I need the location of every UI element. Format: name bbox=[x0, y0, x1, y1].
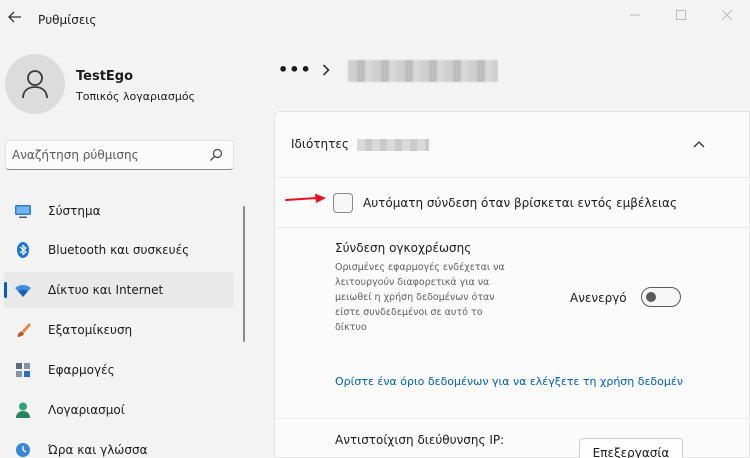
breadcrumb-more-button[interactable]: ••• bbox=[278, 60, 312, 79]
auto-connect-label[interactable]: Αυτόματη σύνδεση όταν βρίσκεται εντός εμ… bbox=[363, 196, 683, 210]
sidebar-scrollbar[interactable] bbox=[243, 206, 245, 342]
toggle-knob bbox=[646, 292, 656, 302]
arrow-left-icon bbox=[8, 11, 21, 23]
metered-connection-description: Ορισμένες εφαρμογές ενδέχεται να λειτουρ… bbox=[335, 262, 505, 333]
sidebar-item-accounts[interactable]: Λογαριασμοί bbox=[4, 392, 234, 428]
globe-clock-icon bbox=[16, 443, 30, 457]
chevron-up-icon bbox=[693, 141, 705, 148]
sidebar-item-network[interactable]: Δίκτυο και Internet bbox=[4, 272, 234, 308]
metered-toggle[interactable] bbox=[641, 287, 681, 307]
auto-connect-row: Αυτόματη σύνδεση όταν βρίσκεται εντός εμ… bbox=[275, 178, 750, 228]
search-box[interactable] bbox=[5, 140, 234, 170]
minimize-icon bbox=[630, 14, 640, 16]
sidebar-item-label: Σύστημα bbox=[48, 204, 101, 218]
sidebar-item-label: Δίκτυο και Internet bbox=[48, 283, 164, 297]
ip-assignment-row: Αντιστοίχιση διεύθυνσης IP: Επεξεργασία bbox=[275, 418, 750, 458]
sidebar-item-time-language[interactable]: Ώρα και γλώσσα bbox=[4, 432, 234, 458]
red-arrow-icon bbox=[285, 193, 326, 203]
close-button[interactable] bbox=[712, 4, 742, 26]
back-button[interactable] bbox=[4, 6, 26, 28]
maximize-button[interactable] bbox=[666, 4, 696, 26]
sidebar-item-label: Λογαριασμοί bbox=[48, 403, 125, 417]
app-title: Ρυθμίσεις bbox=[38, 13, 97, 27]
sidebar-item-personalization[interactable]: Εξατομίκευση bbox=[4, 312, 234, 348]
section-title: Ιδιότητες bbox=[291, 137, 349, 151]
auto-connect-checkbox[interactable] bbox=[333, 193, 353, 213]
redacted-network-name bbox=[357, 139, 429, 151]
maximize-icon bbox=[676, 10, 686, 20]
sidebar-item-label: Εξατομίκευση bbox=[48, 323, 133, 337]
collapse-button[interactable] bbox=[689, 134, 709, 154]
metered-connection-title: Σύνδεση ογκοχρέωσης bbox=[335, 241, 472, 255]
sidebar-item-system[interactable]: Σύστημα bbox=[4, 193, 234, 229]
sidebar-item-label: Bluetooth και συσκευές bbox=[48, 243, 190, 257]
title-bar: Ρυθμίσεις bbox=[0, 0, 750, 40]
sidebar-item-apps[interactable]: Εφαρμογές bbox=[4, 352, 234, 388]
user-name: TestEgo bbox=[76, 69, 134, 84]
search-input[interactable] bbox=[12, 146, 202, 164]
ip-assignment-label: Αντιστοίχιση διεύθυνσης IP: bbox=[335, 433, 505, 447]
active-indicator bbox=[4, 282, 7, 298]
sidebar-item-bluetooth[interactable]: Bluetooth και συσκευές bbox=[4, 232, 234, 268]
account-type: Τοπικός λογαριασμός bbox=[76, 90, 196, 103]
breadcrumb-redacted-title bbox=[348, 60, 498, 82]
close-icon bbox=[722, 10, 732, 20]
sidebar-item-label: Εφαρμογές bbox=[48, 363, 115, 377]
data-limit-link[interactable]: Ορίστε ένα όριο δεδομένων για να ελέγξετ… bbox=[335, 375, 683, 388]
person-icon bbox=[16, 402, 30, 418]
properties-header[interactable]: Ιδιότητες bbox=[275, 112, 750, 178]
monitor-icon bbox=[15, 205, 31, 218]
bluetooth-icon bbox=[17, 242, 29, 258]
edit-ip-button[interactable]: Επεξεργασία bbox=[579, 438, 683, 458]
metered-toggle-label: Ανενεργό bbox=[570, 291, 627, 305]
apps-icon bbox=[16, 363, 30, 377]
avatar[interactable] bbox=[5, 54, 65, 114]
wifi-icon bbox=[15, 285, 31, 297]
properties-card: Ιδιότητες Αυτόματη σύνδεση όταν βρίσκετα… bbox=[274, 111, 750, 458]
brush-icon bbox=[17, 323, 31, 337]
user-icon bbox=[22, 70, 48, 99]
chevron-right-icon bbox=[322, 64, 330, 76]
search-icon[interactable] bbox=[209, 148, 223, 162]
sidebar-item-label: Ώρα και γλώσσα bbox=[48, 443, 148, 457]
minimize-button[interactable] bbox=[620, 4, 650, 26]
